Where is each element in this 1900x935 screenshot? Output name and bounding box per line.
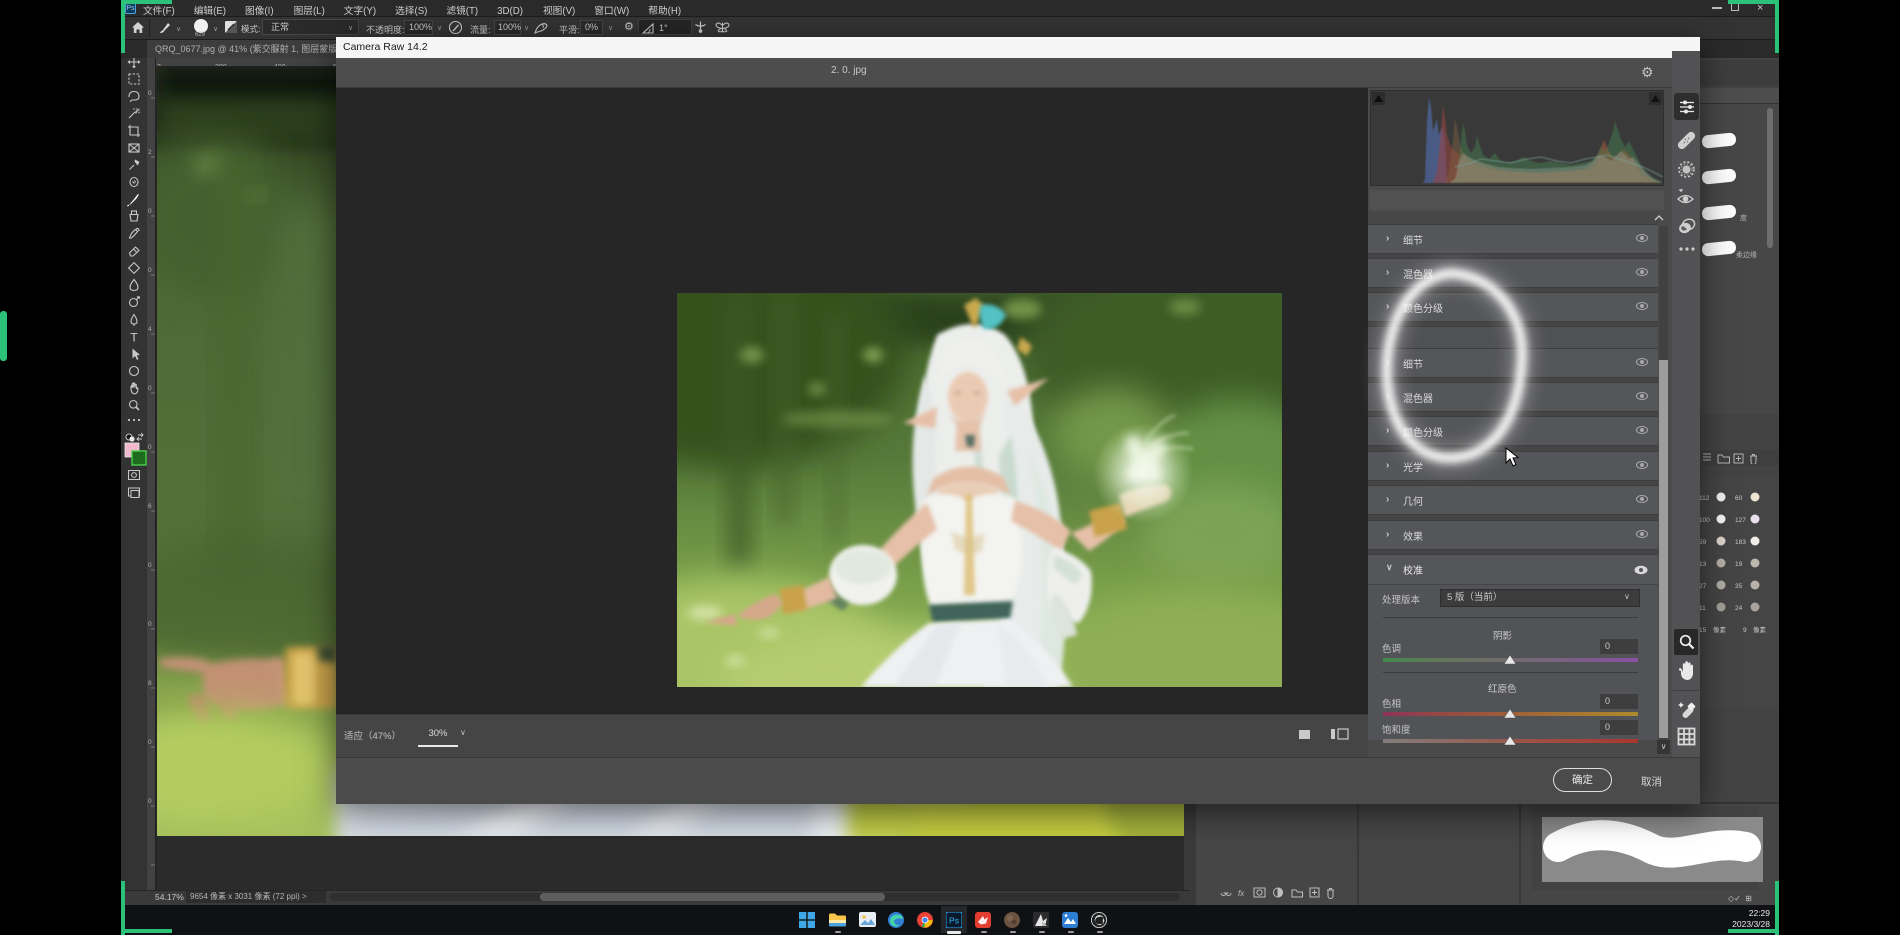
svg-text:Ps: Ps [949,916,959,926]
svg-text:T: T [130,331,138,345]
svg-text:8: 8 [148,680,152,687]
svg-text:112: 112 [1699,495,1710,502]
svg-text:0: 0 [148,267,152,274]
svg-text:0: 0 [148,739,152,746]
svg-text:11: 11 [1699,605,1706,612]
svg-text:0: 0 [148,621,152,628]
svg-text:0: 0 [148,385,152,392]
svg-text:6: 6 [148,503,152,510]
svg-text:9: 9 [1743,627,1747,634]
svg-text:24: 24 [1735,605,1743,612]
svg-text:像素: 像素 [1713,625,1727,634]
svg-text:0: 0 [148,208,152,215]
svg-text:0: 0 [148,444,152,451]
svg-text:0: 0 [148,562,152,569]
svg-text:4: 4 [148,326,152,333]
svg-text:15: 15 [1699,627,1707,634]
svg-text:fx: fx [1238,889,1245,898]
svg-text:2: 2 [148,149,152,156]
svg-text:60: 60 [1735,495,1743,502]
svg-text:127: 127 [1735,517,1746,524]
svg-text:0: 0 [148,798,152,805]
svg-text:35: 35 [1735,583,1743,590]
svg-text:13: 13 [1699,561,1707,568]
svg-text:100: 100 [1699,517,1710,524]
svg-text:27: 27 [1699,583,1707,590]
svg-text:0: 0 [148,90,152,97]
svg-text:19: 19 [1735,561,1743,568]
svg-text:59: 59 [1699,539,1707,546]
svg-text:183: 183 [1735,539,1746,546]
svg-text:像素: 像素 [1753,625,1767,634]
